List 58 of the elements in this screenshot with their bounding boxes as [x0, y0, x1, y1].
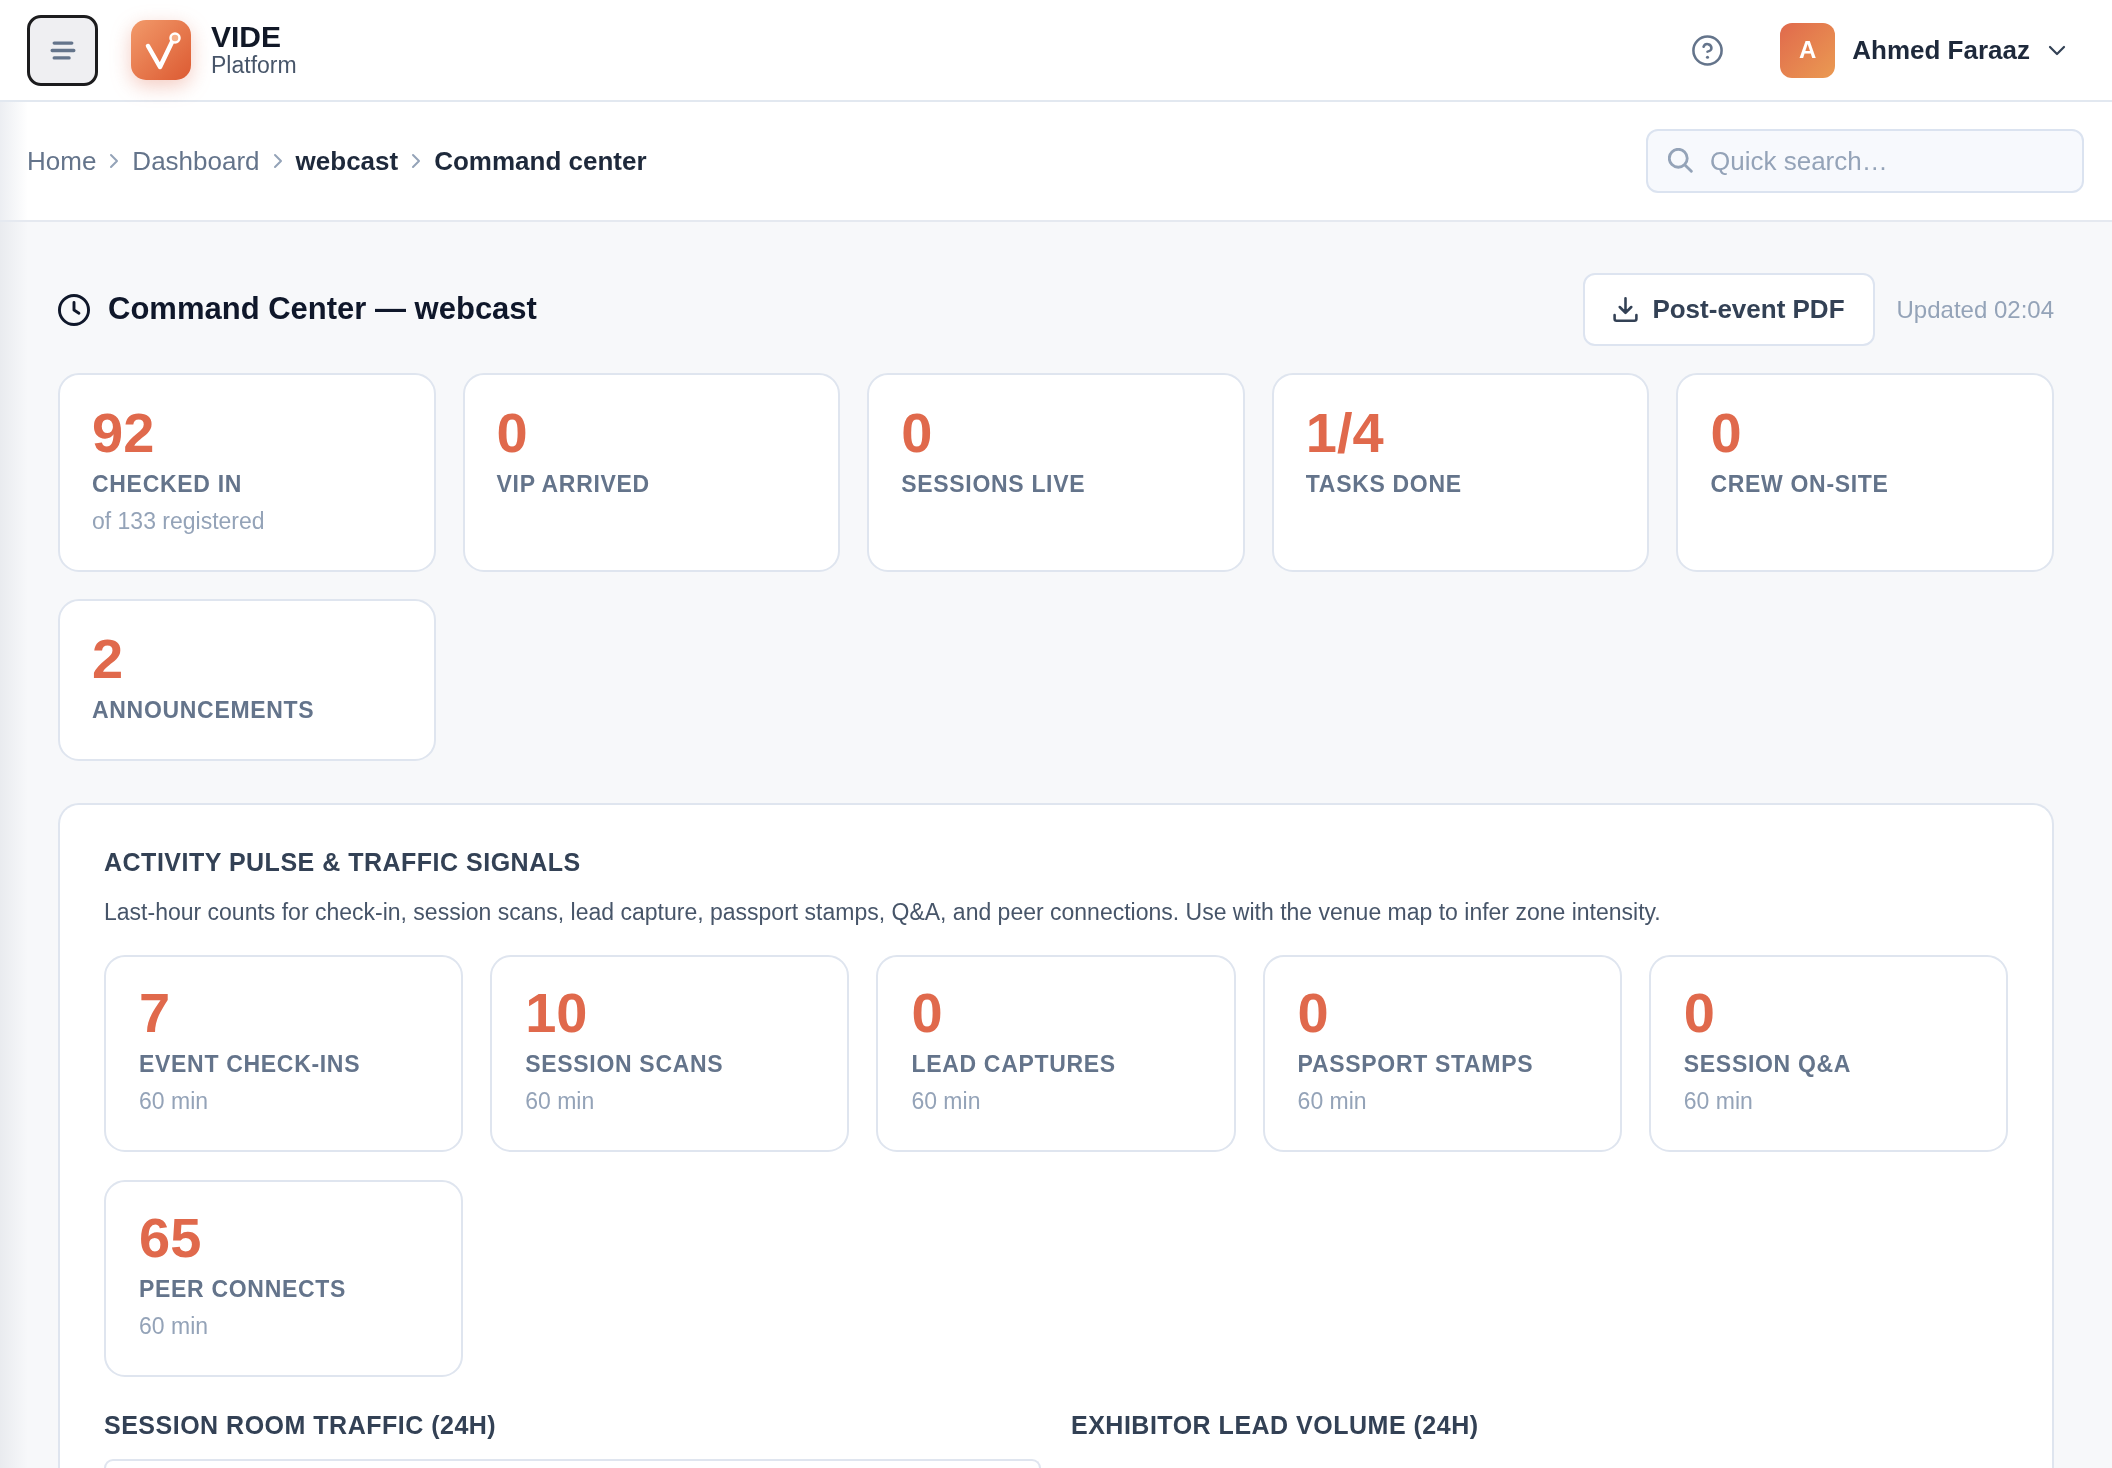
help-icon[interactable]: [1692, 34, 1724, 66]
stat-value: 92: [92, 405, 156, 461]
stat-value: 0: [911, 985, 944, 1041]
search-icon: [1668, 148, 1693, 173]
brand-subtitle: Platform: [211, 52, 297, 78]
search-field[interactable]: Quick search…: [1646, 129, 2084, 193]
panel-title: EXHIBITOR LEAD VOLUME (24H): [1071, 1410, 1480, 1441]
stat-label: ANNOUNCEMENTS: [92, 696, 316, 725]
stat-value: 1/4: [1305, 405, 1385, 461]
breadcrumb-link[interactable]: Dashboard: [132, 141, 260, 181]
user-menu-button[interactable]: A Ahmed Faraaz: [1780, 22, 2066, 78]
stat-value: 0: [496, 405, 529, 461]
breadcrumb-link[interactable]: Home: [27, 141, 97, 181]
chevron-right-icon: [411, 153, 422, 169]
stat-value: 0: [901, 405, 934, 461]
stat-label: VIP ARRIVED: [496, 470, 651, 499]
logo-icon: [131, 20, 191, 80]
stat-label: PASSPORT STAMPS: [1297, 1050, 1535, 1079]
section-title: ACTIVITY PULSE & TRAFFIC SIGNALS: [104, 847, 582, 878]
stat-value: 65: [139, 1210, 203, 1266]
chevron-right-icon: [272, 153, 283, 169]
updated-time: Updated 02:04: [1896, 294, 2054, 325]
page-title: Command Center — webcast: [108, 290, 537, 329]
stat-value: 0: [1710, 405, 1743, 461]
export-pdf-button[interactable]: Post-event PDF: [1583, 273, 1875, 346]
chevron-down-icon: [2048, 44, 2066, 56]
stat-value: 2: [92, 631, 125, 687]
menu-icon: [49, 40, 76, 60]
stat-note: of 133 registered: [92, 507, 266, 536]
stat-label: SESSION Q&A: [1683, 1050, 1853, 1079]
stat-note: 60 min: [1683, 1087, 1754, 1116]
clock-icon: [58, 293, 90, 326]
user-avatar: A: [1780, 22, 1836, 78]
stat-value: 0: [1297, 985, 1330, 1041]
download-icon: [1613, 297, 1639, 322]
stat-label: TASKS DONE: [1305, 470, 1463, 499]
stat-note: 60 min: [139, 1312, 210, 1341]
stat-label: LEAD CAPTURES: [911, 1050, 1117, 1079]
stat-note: 60 min: [911, 1087, 982, 1116]
stat-value: 10: [525, 985, 589, 1041]
brand-name: VIDE: [211, 22, 283, 52]
stat-note: 60 min: [525, 1087, 596, 1116]
panel-title: SESSION ROOM TRAFFIC (24H): [104, 1410, 498, 1441]
stat-label: CHECKED IN: [92, 470, 244, 499]
stat-value: 0: [1683, 985, 1716, 1041]
stat-label: CREW ON-SITE: [1710, 470, 1890, 499]
stat-label: SESSION SCANS: [525, 1050, 725, 1079]
breadcrumb-link[interactable]: webcast: [295, 141, 399, 181]
stat-label: SESSIONS LIVE: [901, 470, 1087, 499]
section-description: Last-hour counts for check-in, session scans, lead capture, passport stamps, Q&A, and peer connections. Use with the venue map to infer zone intensity.: [104, 898, 1662, 927]
stat-label: EVENT CHECK-INS: [139, 1050, 362, 1079]
stat-label: PEER CONNECTS: [139, 1275, 348, 1304]
breadcrumb-current: Command center: [434, 144, 647, 178]
chevron-right-icon: [109, 153, 120, 169]
stat-value: 7: [139, 985, 172, 1041]
stat-note: 60 min: [139, 1087, 210, 1116]
stat-note: 60 min: [1297, 1087, 1368, 1116]
menu-button[interactable]: [27, 14, 98, 86]
